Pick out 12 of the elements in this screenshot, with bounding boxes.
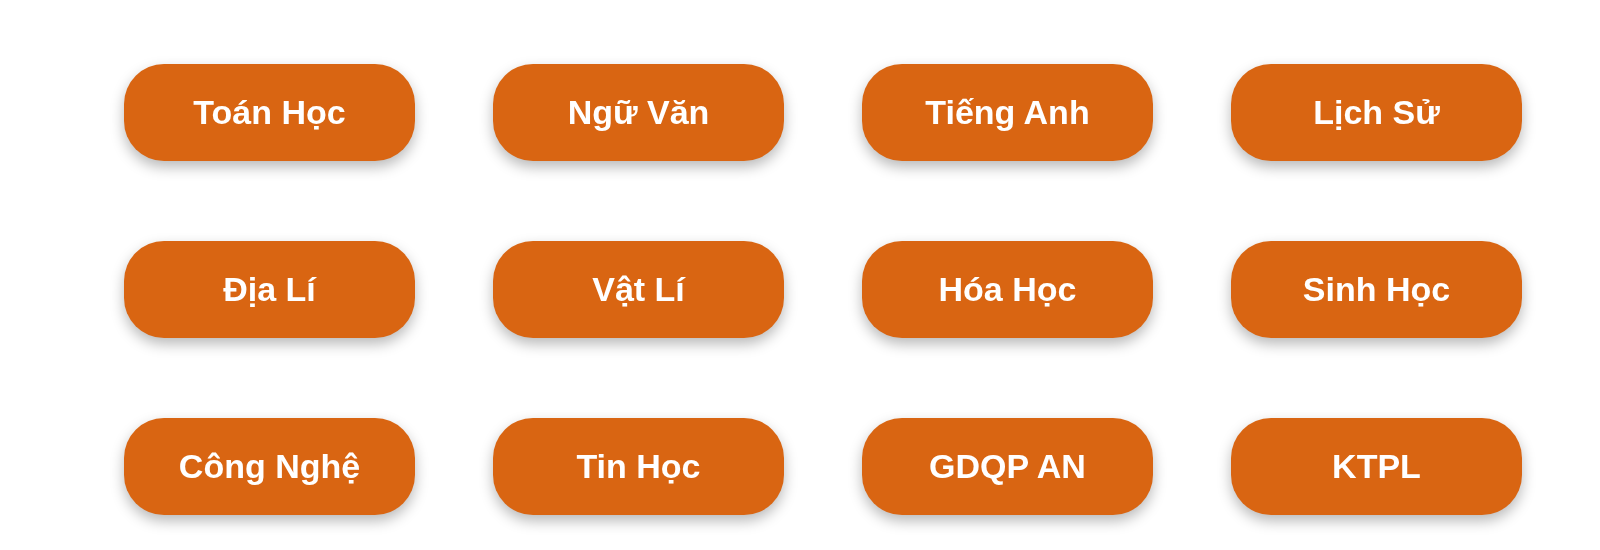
subject-button[interactable]: Sinh Học bbox=[1231, 241, 1522, 338]
subject-button[interactable]: Công Nghệ bbox=[124, 418, 415, 515]
subject-button[interactable]: Tiếng Anh bbox=[862, 64, 1153, 161]
subject-button[interactable]: Địa Lí bbox=[124, 241, 415, 338]
subject-button[interactable]: Vật Lí bbox=[493, 241, 784, 338]
subject-button[interactable]: Lịch Sử bbox=[1231, 64, 1522, 161]
subject-button[interactable]: Toán Học bbox=[124, 64, 415, 161]
subject-button[interactable]: Tin Học bbox=[493, 418, 784, 515]
subject-button[interactable]: GDQP AN bbox=[862, 418, 1153, 515]
subject-button[interactable]: Hóa Học bbox=[862, 241, 1153, 338]
subject-button[interactable]: Ngữ Văn bbox=[493, 64, 784, 161]
subject-button[interactable]: KTPL bbox=[1231, 418, 1522, 515]
